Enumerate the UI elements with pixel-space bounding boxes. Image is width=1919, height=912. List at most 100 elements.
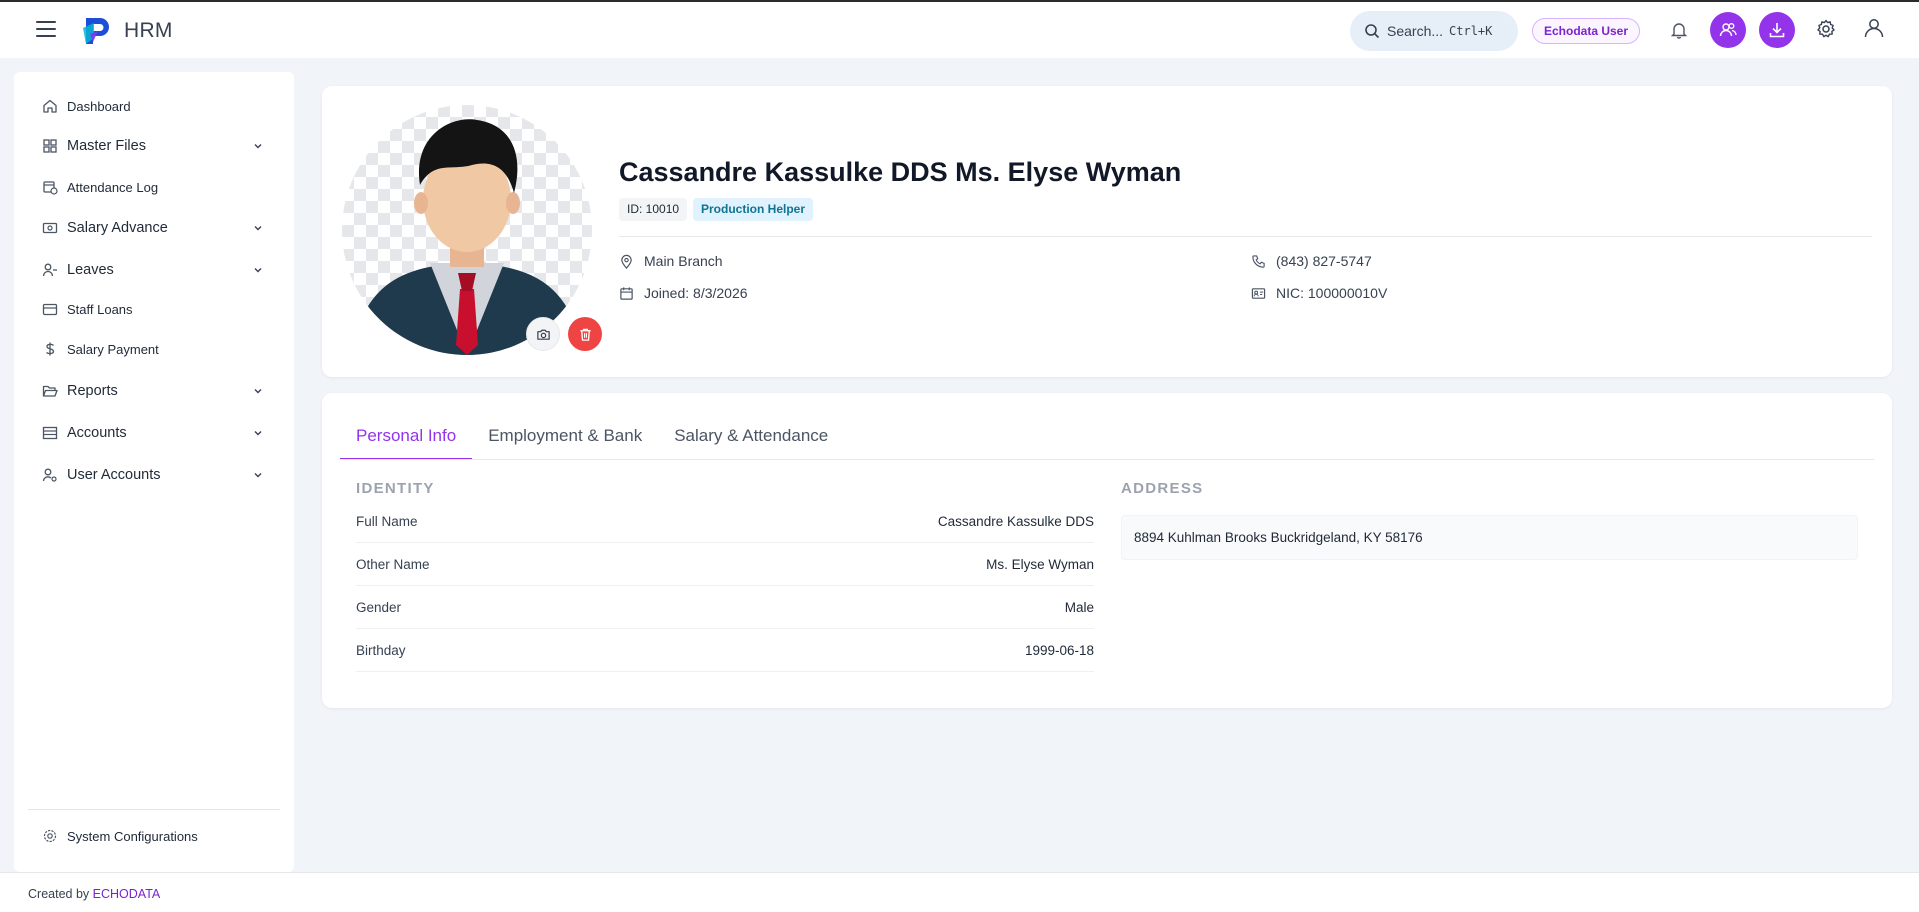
- employee-name: Cassandre Kassulke DDS Ms. Elyse Wyman: [619, 157, 1182, 187]
- detail-row-full-name: Full Name Cassandre Kassulke DDS: [356, 500, 1094, 543]
- sidebar-item-label: Reports: [67, 383, 118, 399]
- role-chip: Production Helper: [693, 198, 814, 221]
- download-icon: [1769, 23, 1785, 38]
- sidebar-item-dashboard[interactable]: Dashboard: [42, 94, 131, 118]
- avatar-image: [342, 105, 592, 355]
- sidebar-item-leaves[interactable]: Leaves: [42, 258, 114, 282]
- chevron-down-icon[interactable]: [252, 222, 264, 234]
- sidebar-item-label: System Configurations: [67, 828, 198, 844]
- trash-icon: [579, 328, 591, 341]
- chevron-down-icon[interactable]: [252, 469, 264, 481]
- gear-icon[interactable]: [1815, 18, 1837, 40]
- sidebar-item-label: User Accounts: [67, 467, 161, 483]
- calendar-icon: [620, 286, 633, 300]
- nic-text: NIC: 100000010V: [1276, 285, 1388, 301]
- detail-row-birthday: Birthday 1999-06-18: [356, 629, 1094, 672]
- settings-icon: [43, 829, 57, 843]
- tabs-divider: [340, 459, 1874, 460]
- chevron-down-icon[interactable]: [252, 427, 264, 439]
- tab-salary-attendance[interactable]: Salary & Attendance: [658, 413, 844, 459]
- phone-text: (843) 827-5747: [1276, 253, 1372, 269]
- chevron-down-icon[interactable]: [252, 385, 264, 397]
- address-section-title: ADDRESS: [1121, 480, 1204, 497]
- bell-icon[interactable]: [1668, 19, 1690, 41]
- id-card-icon: [1251, 287, 1266, 299]
- list-icon: [42, 426, 58, 440]
- sidebar-item-master-files[interactable]: Master Files: [42, 134, 146, 158]
- detail-key: Gender: [356, 599, 402, 615]
- sidebar-item-label: Staff Loans: [67, 301, 133, 317]
- nic-info: NIC: 100000010V: [1251, 285, 1387, 301]
- joined-text: Joined: 8/3/2026: [644, 285, 748, 301]
- top-header: HRM Search... Ctrl+K Echodata User: [0, 2, 1919, 58]
- sidebar-item-reports[interactable]: Reports: [42, 379, 118, 403]
- sidebar-item-label: Accounts: [67, 425, 127, 441]
- joined-info: Joined: 8/3/2026: [619, 285, 748, 301]
- chevron-down-icon[interactable]: [252, 264, 264, 276]
- sidebar-item-label: Salary Advance: [67, 220, 168, 236]
- detail-value: 1999-06-18: [1024, 642, 1094, 658]
- detail-value: Male: [1064, 599, 1094, 615]
- detail-key: Other Name: [356, 556, 430, 572]
- folder-open-icon: [42, 385, 58, 397]
- home-icon: [43, 99, 57, 113]
- hrm-logo-icon: [83, 18, 109, 44]
- detail-row-gender: Gender Male: [356, 586, 1094, 629]
- detail-key: Full Name: [356, 513, 418, 529]
- sidebar-item-salary-advance[interactable]: Salary Advance: [42, 216, 168, 240]
- profile-card: Cassandre Kassulke DDS Ms. Elyse Wyman I…: [322, 86, 1892, 377]
- sidebar-item-label: Dashboard: [67, 98, 131, 114]
- profile-divider: [619, 236, 1872, 237]
- footer-created-by: Created by: [28, 887, 90, 901]
- sidebar: Dashboard Master Files Attendance Log Sa…: [14, 72, 294, 872]
- sidebar-divider: [28, 809, 280, 810]
- avatar: [342, 105, 602, 355]
- address-value: 8894 Kuhlman Brooks Buckridgeland, KY 58…: [1121, 515, 1858, 560]
- users-button[interactable]: [1710, 12, 1746, 48]
- calendar-clock-icon: [43, 181, 58, 195]
- phone-icon: [1252, 254, 1265, 268]
- footer-company-link[interactable]: ECHODATA: [93, 887, 161, 901]
- detail-value: Ms. Elyse Wyman: [986, 556, 1094, 572]
- sidebar-item-label: Leaves: [67, 262, 114, 278]
- detail-key: Birthday: [356, 642, 406, 658]
- map-pin-icon: [621, 254, 632, 269]
- chevron-down-icon[interactable]: [252, 140, 264, 152]
- sidebar-item-attendance-log[interactable]: Attendance Log: [42, 175, 158, 199]
- grid-icon: [43, 139, 57, 153]
- user-cog-icon: [42, 468, 57, 482]
- footer-credit: Created by ECHODATA: [28, 887, 160, 901]
- sidebar-item-accounts[interactable]: Accounts: [42, 421, 127, 445]
- details-card: Personal Info Employment & Bank Salary &…: [322, 393, 1892, 708]
- footer: Created by ECHODATA: [0, 872, 1919, 912]
- employee-id-chip: ID: 10010: [619, 198, 688, 221]
- sidebar-item-salary-payment[interactable]: Salary Payment: [42, 337, 159, 361]
- branch-text: Main Branch: [644, 253, 723, 269]
- identity-section-title: IDENTITY: [356, 480, 435, 497]
- brand-name: HRM: [124, 19, 173, 42]
- user-minus-icon: [42, 263, 57, 277]
- download-button[interactable]: [1759, 12, 1795, 48]
- tab-bar: Personal Info Employment & Bank Salary &…: [340, 413, 844, 460]
- profile-icon[interactable]: [1863, 17, 1885, 39]
- sidebar-item-system-configurations[interactable]: System Configurations: [42, 824, 198, 848]
- camera-icon: [536, 329, 550, 340]
- tab-employment-bank[interactable]: Employment & Bank: [472, 413, 658, 459]
- wallet-icon: [42, 303, 58, 316]
- branch-info: Main Branch: [619, 253, 723, 269]
- tab-personal-info[interactable]: Personal Info: [340, 413, 473, 460]
- change-photo-button[interactable]: [526, 317, 560, 351]
- search-label: Search...: [1387, 23, 1444, 39]
- sidebar-item-user-accounts[interactable]: User Accounts: [42, 463, 161, 487]
- user-badge[interactable]: Echodata User: [1532, 18, 1641, 44]
- delete-photo-button[interactable]: [568, 317, 602, 351]
- detail-row-other-name: Other Name Ms. Elyse Wyman: [356, 543, 1094, 586]
- search-shortcut: Ctrl+K: [1449, 24, 1493, 38]
- dollar-icon: [46, 342, 55, 356]
- sidebar-item-staff-loans[interactable]: Staff Loans: [42, 297, 133, 321]
- sidebar-item-label: Attendance Log: [67, 179, 159, 195]
- users-icon: [1719, 23, 1737, 37]
- search-bar[interactable]: Search... Ctrl+K: [1350, 11, 1518, 51]
- detail-value: Cassandre Kassulke DDS: [937, 513, 1094, 529]
- menu-toggle-icon[interactable]: [36, 21, 56, 37]
